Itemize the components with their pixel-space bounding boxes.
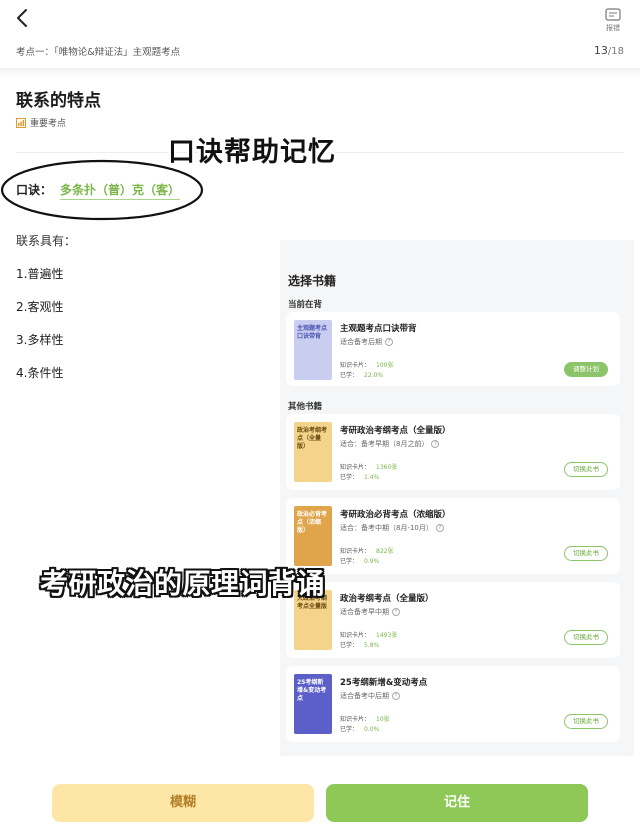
book-cards-stat: 知识卡片： 822张 (340, 546, 393, 555)
property-item: 2.客观性 (16, 300, 64, 314)
book-suitable: 适合：备考早期（8月之前） ? (340, 439, 440, 449)
book-suitable-text: 适合备考早中期 (340, 608, 389, 616)
book-cards-stat: 知识卡片： 10张 (340, 714, 390, 723)
book-title: 主观题考点口诀带背 (340, 324, 417, 334)
question-icon[interactable]: ? (435, 524, 444, 532)
top-bar: 报错 考点一：「唯物论&辩证法」主观题考点 13/18 (0, 0, 640, 70)
property-item: 3.多样性 (16, 333, 64, 347)
cards-label: 知识卡片： (340, 632, 371, 639)
back-button[interactable] (10, 6, 34, 30)
cards-value: 1360张 (376, 464, 398, 471)
other-section-label: 其他书籍 (288, 402, 323, 412)
book-learned-stat: 已学： 22.0% (340, 370, 383, 379)
book-suitable: 适合备考后期 ? (340, 337, 393, 347)
switch-book-button[interactable]: 切换此书 (564, 462, 608, 477)
properties-intro: 联系具有： (16, 234, 77, 248)
top-shadow (0, 68, 640, 78)
question-icon[interactable]: ? (392, 608, 400, 616)
book-card[interactable]: 政治考纲考点（全量版） 考研政治考纲考点（全量版） 适合：备考早期（8月之前） … (286, 414, 620, 490)
property-item: 1.普遍性 (16, 267, 64, 281)
learned-label: 已学： (340, 474, 359, 481)
cards-value: 100张 (376, 362, 394, 369)
book-cover: 政治必背考点（浓缩版） (294, 506, 332, 566)
book-cover-text: 政治考纲考点（全量版） (297, 427, 328, 450)
breadcrumb: 考点一：「唯物论&辩证法」主观题考点 (16, 47, 181, 58)
current-section-label: 当前在背 (288, 300, 323, 310)
cards-value: 822张 (376, 548, 394, 555)
learned-value: 22.0% (364, 372, 384, 379)
book-title: 政治考纲考点（全量版） (340, 594, 434, 604)
book-card[interactable]: 大政治考纲考点全量版 政治考纲考点（全量版） 适合备考早中期 ? 知识卡片： 14… (286, 582, 620, 658)
book-cover-text: 政治必背考点（浓缩版） (297, 511, 328, 534)
mnemonic: 口诀： 多条扑（普）克（客） (16, 181, 181, 200)
overlay-caption-text: 考研政治的原理词背诵 (40, 567, 326, 600)
question-icon[interactable]: ? (431, 440, 440, 448)
book-learned-stat: 已学： 5.8% (340, 640, 379, 649)
bottom-bar: 模糊 记住 (0, 764, 640, 838)
page-indicator: 13/18 (594, 44, 624, 57)
current-book-card[interactable]: 主观题考点口诀带背 主观题考点口诀带背 适合备考后期 ? 知识卡片： 100张 已… (286, 312, 620, 386)
learned-label: 已学： (340, 726, 359, 733)
page-total: /18 (607, 46, 624, 57)
chevron-left-icon (17, 9, 27, 27)
learned-label: 已学： (340, 372, 359, 379)
book-cards-stat: 知识卡片： 1493张 (340, 630, 397, 639)
learned-value: 0.0% (364, 726, 380, 733)
fuzzy-button[interactable]: 模糊 (52, 784, 314, 822)
cards-label: 知识卡片： (340, 548, 371, 555)
importance-tag: 重要考点 (16, 116, 66, 129)
book-cover-text: 主观题考点口诀带背 (297, 325, 328, 340)
page-current: 13 (593, 44, 608, 57)
book-card[interactable]: 政治必背考点（浓缩版） 考研政治必背考点（浓缩版） 适合：备考中期（8月-10月… (286, 498, 620, 574)
book-title: 考研政治必背考点（浓缩版） (340, 510, 451, 520)
book-suitable-text: 适合备考中后期 (340, 692, 389, 700)
switch-book-button[interactable]: 切换此书 (564, 546, 608, 561)
book-selection-panel: 选择书籍 当前在背 主观题考点口诀带背 主观题考点口诀带背 适合备考后期 ? 知… (280, 240, 634, 756)
book-suitable: 适合备考中后期 ? (340, 691, 400, 701)
cards-value: 10张 (376, 716, 390, 723)
remember-button[interactable]: 记住 (326, 784, 588, 822)
book-card[interactable]: 25考纲新增&变动考点 25考纲新增&变动考点 适合备考中后期 ? 知识卡片： 1… (286, 666, 620, 742)
book-cover-text: 25考纲新增&变动考点 (297, 679, 327, 702)
book-suitable: 适合：备考中期（8月-10月） ? (340, 523, 444, 533)
learned-label: 已学： (340, 558, 359, 565)
panel-title: 选择书籍 (288, 274, 337, 288)
learned-value: 0.9% (364, 558, 380, 565)
question-icon[interactable]: ? (392, 692, 400, 700)
book-cover: 政治考纲考点（全量版） (294, 422, 332, 482)
mnemonic-value[interactable]: 多条扑（普）克（客） (60, 181, 181, 200)
cards-value: 1493张 (376, 632, 398, 639)
learned-value: 5.8% (364, 642, 380, 649)
book-learned-stat: 已学： 1.4% (340, 472, 379, 481)
book-title: 25考纲新增&变动考点 (340, 678, 428, 688)
book-learned-stat: 已学： 0.0% (340, 724, 379, 733)
mnemonic-label: 口诀： (16, 183, 53, 197)
cards-label: 知识卡片： (340, 716, 371, 723)
bar-chart-icon (16, 117, 26, 128)
switch-book-button[interactable]: 切换此书 (564, 630, 608, 645)
report-label: 报错 (606, 24, 620, 32)
cards-label: 知识卡片： (340, 362, 371, 369)
page-title: 联系的特点 (16, 91, 101, 111)
report-button[interactable]: 报错 (600, 8, 626, 33)
book-suitable: 适合备考早中期 ? (340, 607, 400, 617)
importance-tag-label: 重要考点 (30, 119, 67, 129)
book-learned-stat: 已学： 0.9% (340, 556, 379, 565)
property-item: 4.条件性 (16, 366, 64, 380)
adjust-plan-button[interactable]: 调整计划 (564, 362, 608, 377)
book-suitable-text: 适合：备考中期（8月-10月） (340, 524, 433, 532)
book-title: 考研政治考纲考点（全量版） (340, 426, 451, 436)
report-icon (605, 8, 621, 21)
book-cards-stat: 知识卡片： 100张 (340, 360, 393, 369)
book-cover: 主观题考点口诀带背 (294, 320, 332, 380)
learned-label: 已学： (340, 642, 359, 649)
book-cards-stat: 知识卡片： 1360张 (340, 462, 397, 471)
switch-book-button[interactable]: 切换此书 (564, 714, 608, 729)
learned-value: 1.4% (364, 474, 380, 481)
book-suitable-text: 适合：备考早期（8月之前） (340, 440, 429, 448)
book-suitable-text: 适合备考后期 (340, 338, 382, 346)
question-icon[interactable]: ? (385, 338, 393, 346)
cards-label: 知识卡片： (340, 464, 371, 471)
book-cover: 25考纲新增&变动考点 (294, 674, 332, 734)
